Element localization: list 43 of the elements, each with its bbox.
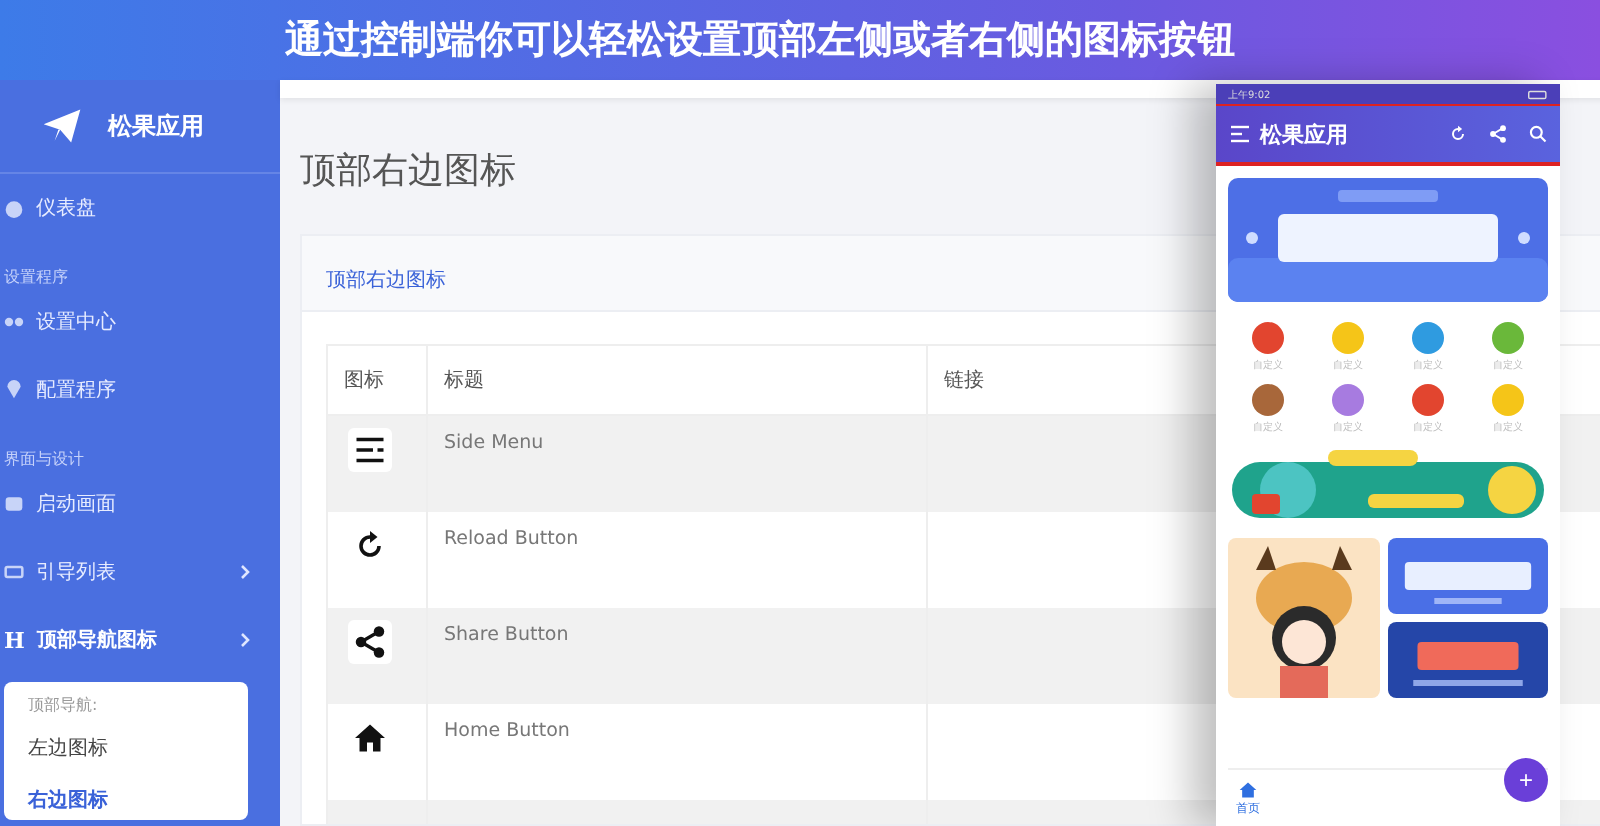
nav-item[interactable]: 设置中心 xyxy=(0,288,280,356)
app-shortcut-icon[interactable] xyxy=(1252,384,1284,416)
column-header: 标题 xyxy=(427,345,927,415)
add-button[interactable]: + xyxy=(1504,758,1548,802)
nav-item[interactable]: H 顶部导航图标 xyxy=(0,606,280,674)
menu-icon[interactable] xyxy=(1228,122,1252,146)
chevron-icon xyxy=(236,564,252,580)
pin-icon xyxy=(4,380,24,400)
section-heading: 界面与设计 xyxy=(2,448,86,470)
search-icon[interactable] xyxy=(1528,124,1548,144)
column-header: 图标 xyxy=(327,345,427,415)
section-heading: 设置程序 xyxy=(2,266,70,288)
banner-title: 通过控制端你可以轻松设置顶部左侧或者右侧的图标按钮 xyxy=(285,16,1235,66)
list-icon xyxy=(4,562,24,582)
nav-item[interactable]: 配置程序 xyxy=(0,356,280,424)
app-shortcut-icon[interactable] xyxy=(1252,322,1284,354)
share-icon xyxy=(348,620,392,664)
page-title: 顶部右边图标 xyxy=(300,148,518,194)
chevron-icon xyxy=(236,632,252,648)
reload-icon[interactable] xyxy=(1448,124,1468,144)
table-cell: Side Menu xyxy=(427,415,927,512)
image-icon xyxy=(4,494,24,514)
submenu-item[interactable]: 左边图标 xyxy=(28,728,224,768)
app-shortcut-icon[interactable] xyxy=(1332,384,1364,416)
menu-icon xyxy=(348,428,392,472)
card-title[interactable]: 顶部右边图标 xyxy=(326,270,446,292)
paper-plane-icon xyxy=(40,104,84,148)
gauge-icon xyxy=(4,198,24,218)
app-shortcut-icon[interactable] xyxy=(1412,384,1444,416)
submenu-heading: 顶部导航: xyxy=(28,694,100,716)
table-cell: Share Button xyxy=(427,608,927,704)
app-title: 松果应用 xyxy=(1260,119,1348,149)
battery-icon xyxy=(1528,89,1548,99)
submenu-item[interactable]: 右边图标 xyxy=(28,780,224,820)
app-name: 松果应用 xyxy=(108,109,204,143)
nav-item[interactable]: 引导列表 xyxy=(0,538,280,606)
nav-item[interactable]: 启动画面 xyxy=(0,470,280,538)
share-icon[interactable] xyxy=(1488,124,1508,144)
settings-icon xyxy=(4,312,24,332)
app-shortcut-icon[interactable] xyxy=(1412,322,1444,354)
app-shortcut-icon[interactable] xyxy=(1492,322,1524,354)
nav-item[interactable]: 仪表盘 xyxy=(0,174,280,242)
home-icon xyxy=(1238,779,1258,799)
